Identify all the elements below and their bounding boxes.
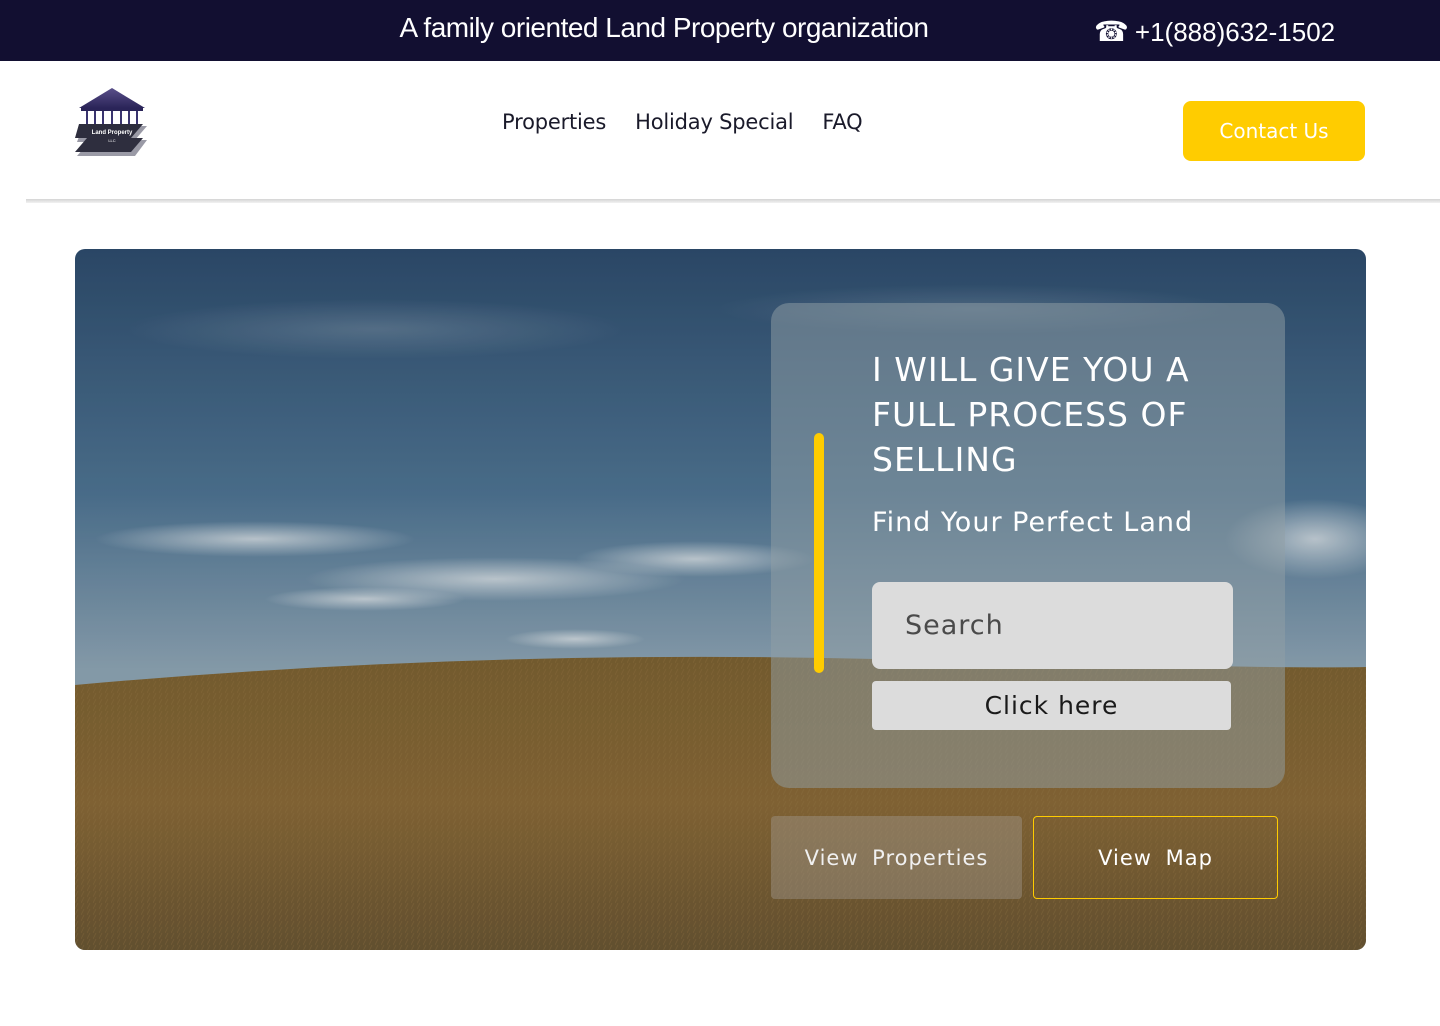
main-nav: Properties Holiday Special FAQ	[502, 110, 863, 134]
logo-text: Land Property	[91, 130, 133, 136]
hero-title: I WILL GIVE YOU A FULL PROCESS OF SELLIN…	[872, 350, 1190, 479]
phone-icon: ☎	[1094, 16, 1129, 47]
view-map-button[interactable]: View Map	[1033, 816, 1278, 899]
search-input[interactable]	[872, 582, 1233, 669]
hero-subtitle: Find Your Perfect Land	[872, 507, 1194, 538]
phone-number[interactable]: +1(888)632-1502	[1135, 17, 1335, 48]
company-logo[interactable]: Land Property LLC	[73, 86, 151, 164]
logo-graphic	[75, 88, 147, 156]
nav-faq[interactable]: FAQ	[822, 110, 862, 134]
accent-bar	[814, 433, 824, 673]
hero-section: I WILL GIVE YOU A FULL PROCESS OF SELLIN…	[75, 249, 1366, 950]
nav-holiday-special[interactable]: Holiday Special	[635, 110, 793, 134]
click-here-button[interactable]: Click here	[872, 681, 1231, 730]
contact-us-button[interactable]: Contact Us	[1183, 101, 1365, 161]
view-properties-button[interactable]: View Properties	[771, 816, 1022, 899]
logo-subtext: LLC	[108, 138, 116, 143]
header-divider	[26, 199, 1440, 203]
top-bar: A family oriented Land Property organiza…	[0, 0, 1440, 61]
nav-properties[interactable]: Properties	[502, 110, 606, 134]
phone-contact[interactable]: ☎ +1(888)632-1502	[1094, 14, 1335, 50]
search-card: I WILL GIVE YOU A FULL PROCESS OF SELLIN…	[771, 303, 1285, 788]
